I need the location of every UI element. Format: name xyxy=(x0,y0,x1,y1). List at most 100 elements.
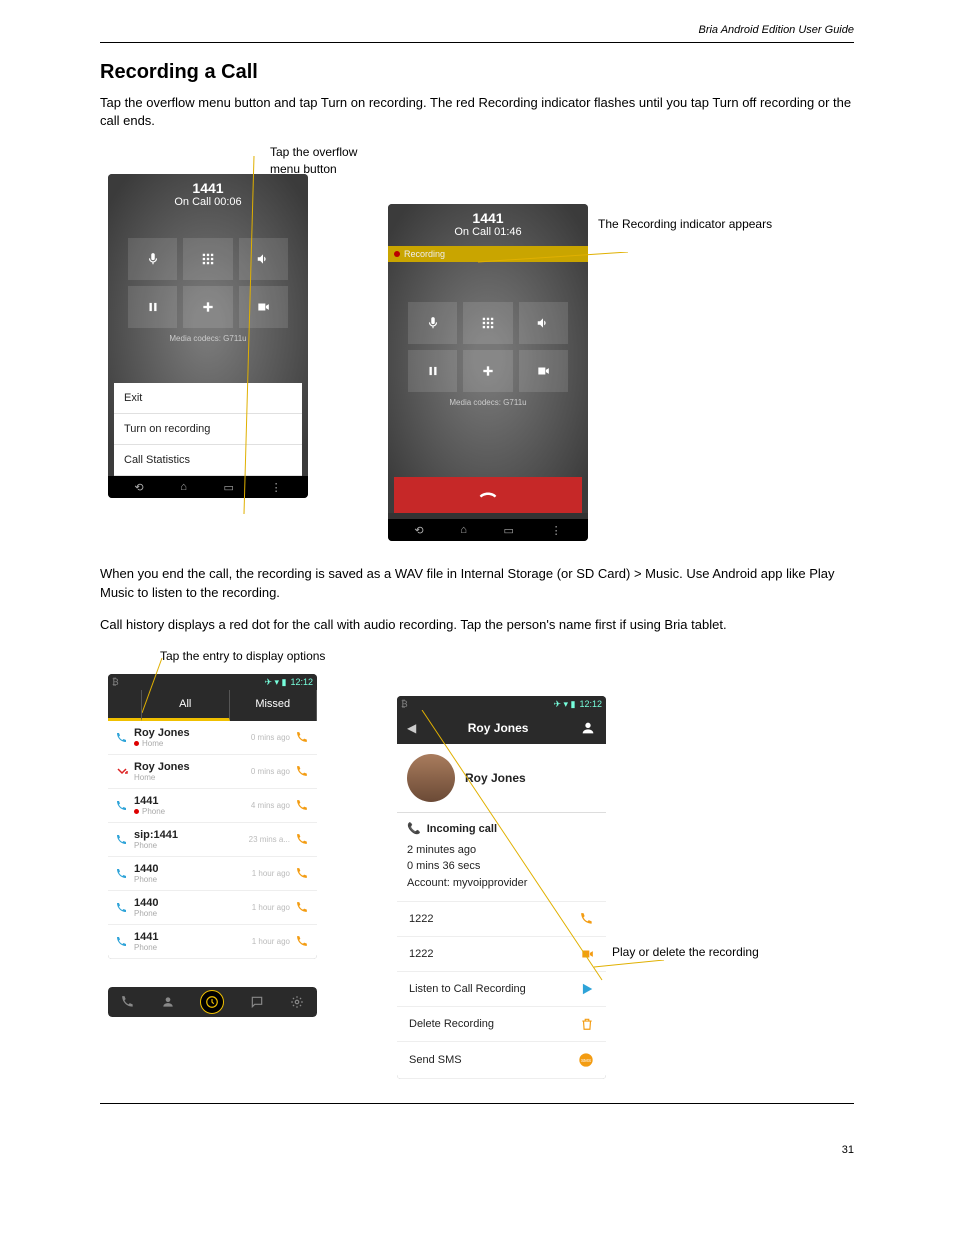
history-time: 0 mins ago xyxy=(251,733,290,742)
back-icon[interactable]: ⟲ xyxy=(134,481,143,494)
wifi-icon: ✈ ▾ ▮ xyxy=(264,677,286,688)
dialpad-button[interactable] xyxy=(183,238,232,280)
home-icon-2[interactable]: ⌂ xyxy=(460,524,467,536)
status-app-icon-4: ₿ xyxy=(401,699,408,709)
screenshot-call-detail: ₿ ✈ ▾ ▮ 12:12 ◀ Roy Jones Roy Jones xyxy=(397,696,606,1079)
recent-icon-2[interactable]: ▭ xyxy=(504,524,514,537)
callout-tap-entry: Tap the entry to display options xyxy=(160,648,854,664)
history-name: Roy Jones xyxy=(134,727,251,739)
phone-icon[interactable] xyxy=(296,731,309,744)
call-type-icon xyxy=(116,766,130,778)
menu-exit[interactable]: Exit xyxy=(114,383,302,414)
screenshot-call-history: ₿ ✈ ▾ ▮ 12:12 All Missed Roy JonesHome0 … xyxy=(108,674,317,959)
tab-all[interactable]: All xyxy=(142,690,230,721)
incoming-call-icon: 📞 xyxy=(407,821,421,838)
phone-icon[interactable] xyxy=(296,901,309,914)
screenshot-call-recording: 1441 On Call 01:46 Recording Med xyxy=(388,204,588,541)
tab-settings-icon[interactable] xyxy=(290,995,304,1009)
history-sub: Phone xyxy=(134,909,252,918)
history-row[interactable]: Roy JonesHome0 mins ago xyxy=(108,755,317,789)
call-status: On Call 00:06 xyxy=(108,196,308,208)
detail-line-duration: 0 mins 36 secs xyxy=(407,858,596,875)
detail-action-row[interactable]: Listen to Call Recording xyxy=(397,972,606,1007)
history-sub: Phone xyxy=(134,807,251,816)
call-number-2: 1441 xyxy=(388,210,588,226)
hold-button-2[interactable] xyxy=(408,350,457,392)
mute-button-2[interactable] xyxy=(408,302,457,344)
tab-chat-icon[interactable] xyxy=(250,995,264,1009)
menu-call-statistics[interactable]: Call Statistics xyxy=(114,445,302,476)
speaker-button[interactable] xyxy=(239,238,288,280)
status-bar-3: ₿ ✈ ▾ ▮ 12:12 xyxy=(108,674,317,690)
history-sub: Phone xyxy=(134,841,249,850)
history-name: 1440 xyxy=(134,897,252,909)
detail-action-row[interactable]: Send SMSSMS xyxy=(397,1042,606,1079)
history-row[interactable]: 1440Phone1 hour ago xyxy=(108,891,317,925)
detail-header: ◀ Roy Jones xyxy=(397,712,606,744)
history-time: 23 mins a... xyxy=(249,835,290,844)
add-call-button[interactable] xyxy=(183,286,232,328)
phone-icon[interactable] xyxy=(296,799,309,812)
call-type-icon xyxy=(116,800,130,812)
person-icon[interactable] xyxy=(580,720,596,736)
dialpad-button-2[interactable] xyxy=(463,302,512,344)
tab-filter[interactable] xyxy=(108,690,142,721)
video-icon xyxy=(580,947,594,961)
history-name: sip:1441 xyxy=(134,829,249,841)
hold-button[interactable] xyxy=(128,286,177,328)
wifi-icon-4: ✈ ▾ ▮ xyxy=(553,699,575,710)
phone-icon[interactable] xyxy=(296,935,309,948)
phone-icon[interactable] xyxy=(296,833,309,846)
status-bar-4: ₿ ✈ ▾ ▮ 12:12 xyxy=(397,696,606,712)
back-icon-2[interactable]: ⟲ xyxy=(414,524,423,537)
history-row[interactable]: sip:1441Phone23 mins a... xyxy=(108,823,317,857)
tab-contacts-icon[interactable] xyxy=(161,995,175,1009)
recording-dot-icon xyxy=(394,251,400,257)
page-number: 31 xyxy=(842,1144,854,1156)
call-status-2: On Call 01:46 xyxy=(388,226,588,238)
overflow-icon-2[interactable]: ⋮ xyxy=(551,524,562,537)
call-type-icon xyxy=(116,834,130,846)
detail-action-row[interactable]: 1222 xyxy=(397,902,606,937)
back-arrow-icon[interactable]: ◀ xyxy=(407,721,416,735)
android-navbar: ⟲ ⌂ ▭ ⋮ xyxy=(108,476,308,498)
recent-icon[interactable]: ▭ xyxy=(224,481,234,494)
history-name: 1441 xyxy=(134,931,252,943)
call-number: 1441 xyxy=(108,180,308,196)
overflow-icon[interactable]: ⋮ xyxy=(271,481,282,494)
video-button-2[interactable] xyxy=(519,350,568,392)
phone-icon[interactable] xyxy=(296,765,309,778)
detail-person-name: Roy Jones xyxy=(465,771,526,785)
history-row[interactable]: 1441Phone4 mins ago xyxy=(108,789,317,823)
tab-history-icon[interactable] xyxy=(200,990,224,1014)
avatar xyxy=(407,754,455,802)
hangup-button[interactable] xyxy=(394,477,582,513)
tab-dialer-icon[interactable] xyxy=(121,995,135,1009)
sms-icon: SMS xyxy=(578,1052,594,1068)
history-sub: Phone xyxy=(134,875,252,884)
recording-indicator: Recording xyxy=(388,246,588,262)
history-sub: Home xyxy=(134,773,251,782)
codec-label-2: Media codecs: G711u xyxy=(388,398,588,407)
history-sub: Home xyxy=(134,739,251,748)
detail-title: Roy Jones xyxy=(416,721,580,735)
menu-turn-on-recording[interactable]: Turn on recording xyxy=(114,414,302,445)
history-row[interactable]: 1441Phone1 hour ago xyxy=(108,925,317,959)
video-button[interactable] xyxy=(239,286,288,328)
speaker-button-2[interactable] xyxy=(519,302,568,344)
trash-icon xyxy=(580,1017,594,1031)
history-name: 1441 xyxy=(134,795,251,807)
detail-action-row[interactable]: 1222 xyxy=(397,937,606,972)
detail-action-label: 1222 xyxy=(409,913,580,925)
detail-action-row[interactable]: Delete Recording xyxy=(397,1007,606,1042)
phone-icon xyxy=(580,912,594,926)
mute-button[interactable] xyxy=(128,238,177,280)
header-text: Bria Android Edition User Guide xyxy=(100,24,854,36)
tab-missed[interactable]: Missed xyxy=(230,690,318,721)
home-icon[interactable]: ⌂ xyxy=(180,481,187,493)
phone-icon[interactable] xyxy=(296,867,309,880)
history-row[interactable]: 1440Phone1 hour ago xyxy=(108,857,317,891)
add-call-button-2[interactable] xyxy=(463,350,512,392)
history-name: 1440 xyxy=(134,863,252,875)
history-row[interactable]: Roy JonesHome0 mins ago xyxy=(108,721,317,755)
